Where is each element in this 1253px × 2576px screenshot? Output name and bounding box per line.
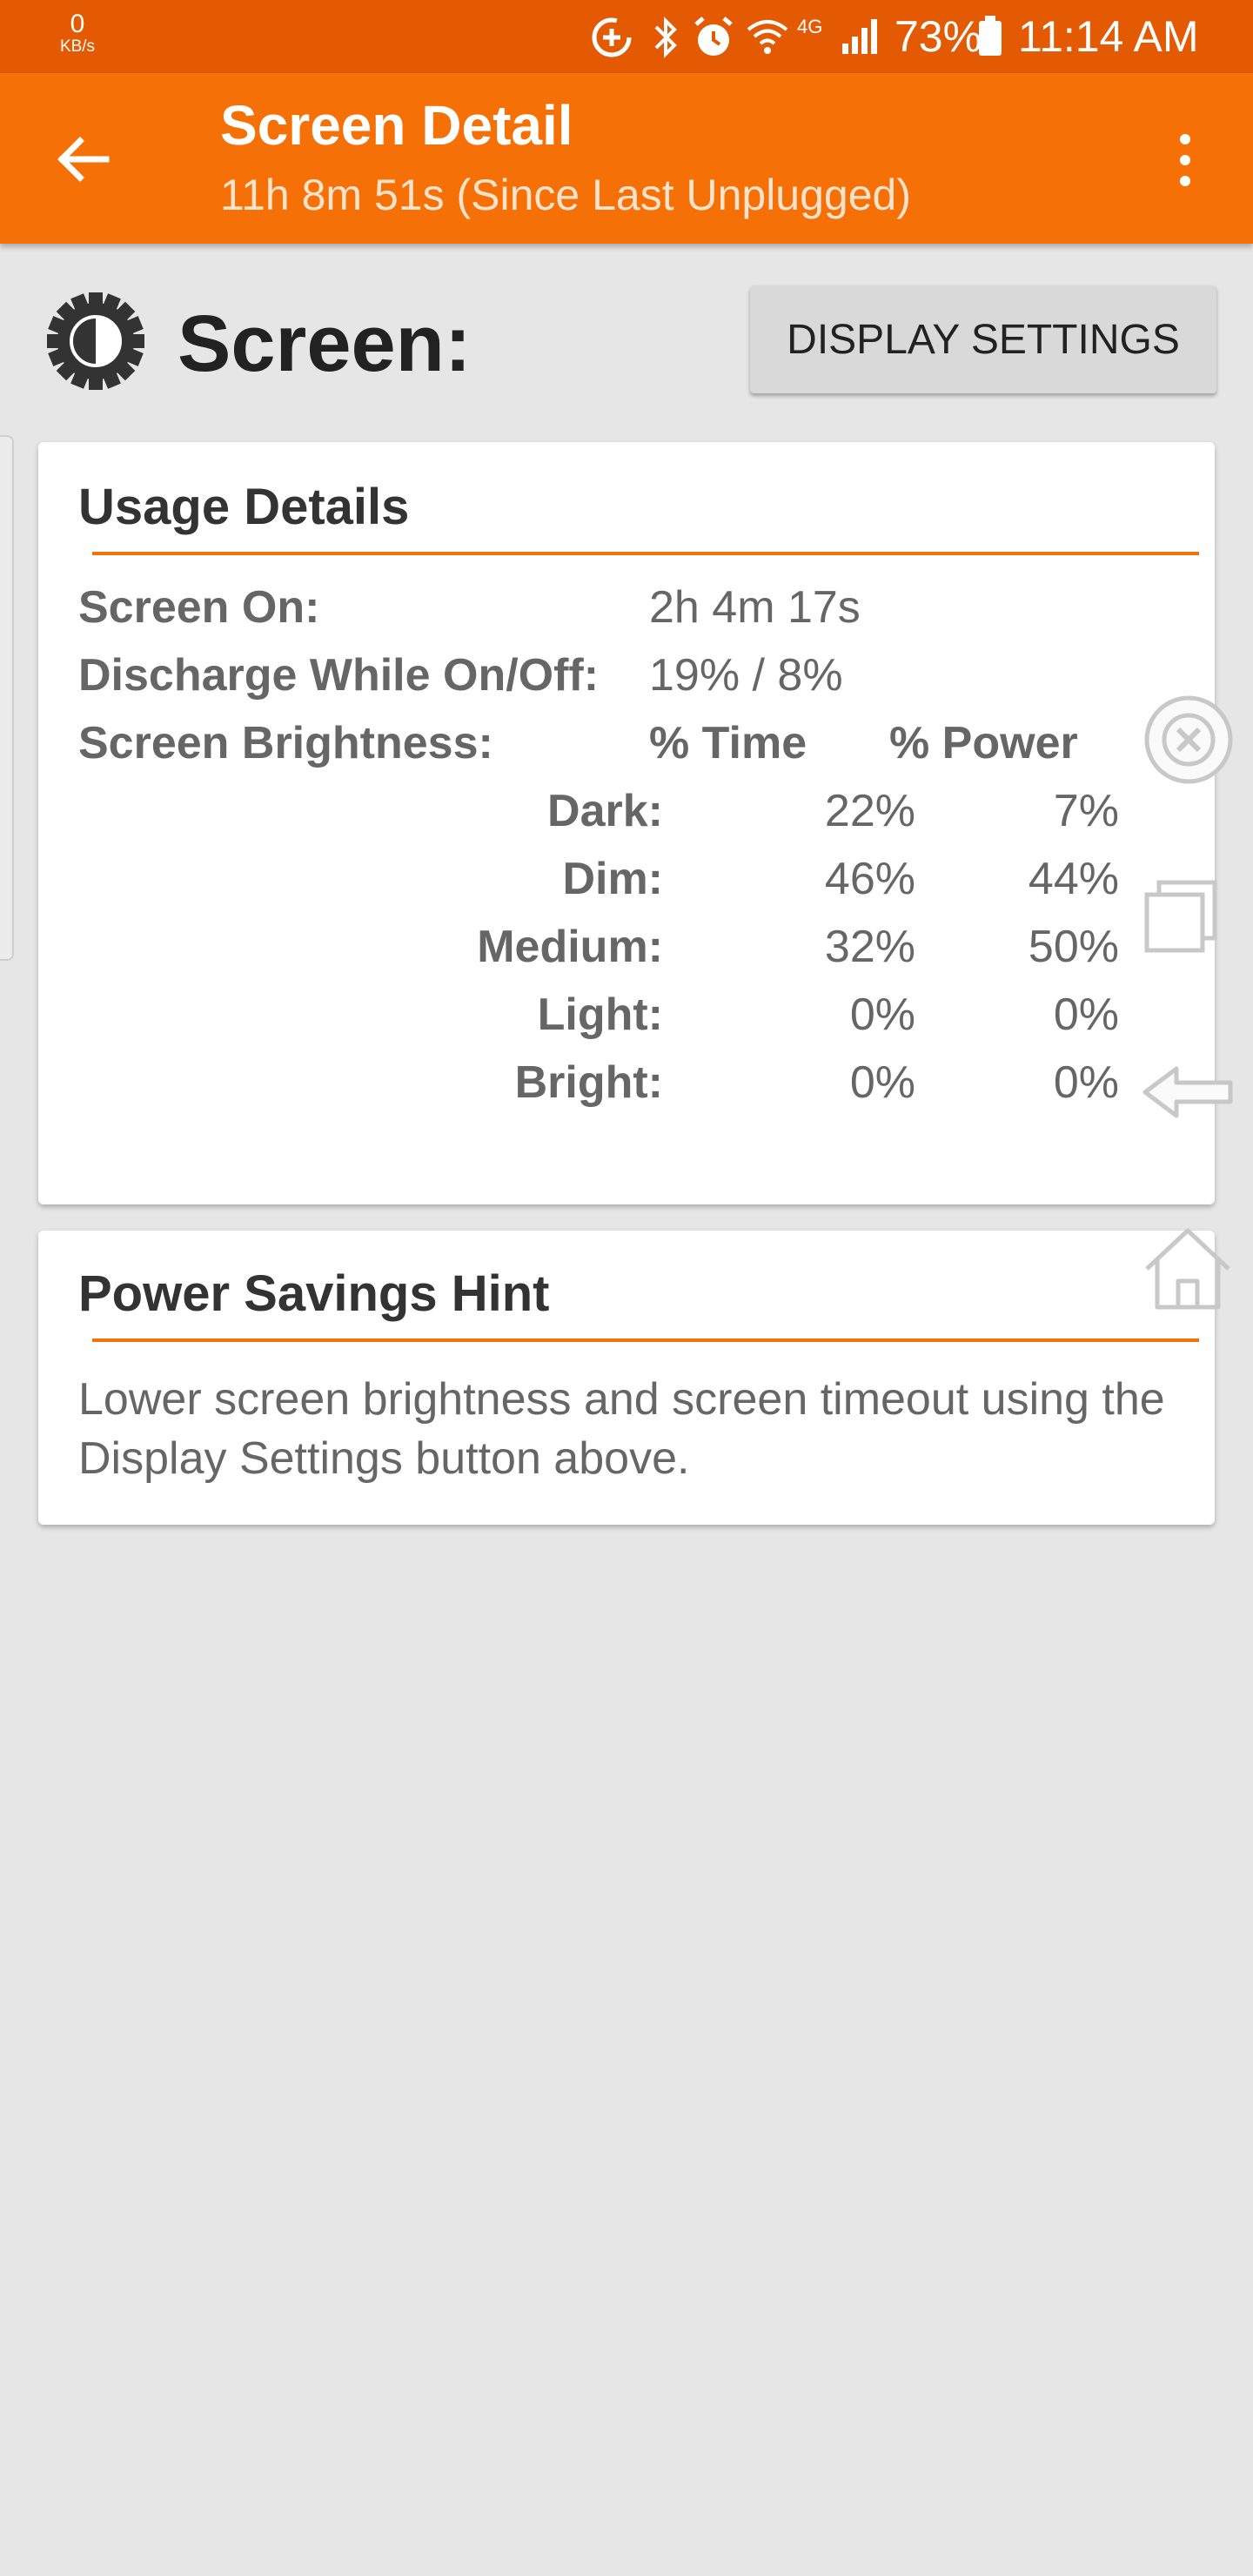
screen-on-value: 2h 4m 17s: [649, 582, 861, 633]
page-subtitle: 11h 8m 51s (Since Last Unplugged): [220, 171, 911, 219]
screen-on-label: Screen On:: [78, 582, 320, 633]
usage-details-title: Usage Details: [78, 479, 410, 535]
wifi-icon: [747, 20, 788, 54]
side-panel-edge: [0, 435, 14, 961]
power-savings-text: Lower screen brightness and screen timeo…: [78, 1374, 1165, 1484]
discharge-label: Discharge While On/Off:: [78, 650, 600, 701]
alarm-icon: [694, 17, 733, 56]
brightness-row-power: 0%: [1053, 1057, 1119, 1108]
brightness-row-label: Medium:: [477, 922, 663, 972]
page-title: Screen Detail: [220, 94, 573, 157]
display-settings-button[interactable]: DISPLAY SETTINGS: [750, 285, 1216, 393]
brightness-row-power: 7%: [1053, 786, 1119, 836]
power-savings-card: Power Savings Hint Lower screen brightne…: [38, 1231, 1215, 1525]
network-speed: 0 KB/s: [54, 10, 101, 56]
brightness-row-time: 22%: [824, 786, 915, 836]
brightness-gear-icon: [47, 292, 144, 390]
col-power-header: % Power: [889, 718, 1078, 768]
brightness-row-time: 46%: [824, 854, 915, 904]
brightness-row-power: 50%: [1028, 922, 1119, 972]
usage-details-divider: [92, 552, 1199, 555]
sync-icon: [592, 17, 632, 57]
discharge-value: 19% / 8%: [649, 650, 843, 701]
network-speed-value: 0: [70, 10, 85, 38]
brightness-row-power: 0%: [1053, 989, 1119, 1040]
brightness-row-label: Dark:: [547, 786, 663, 836]
status-bar: 0 KB/s 4G 73% 11:14 AM: [0, 0, 1253, 73]
network-type-label: 4G: [797, 16, 823, 37]
power-savings-title: Power Savings Hint: [78, 1265, 550, 1322]
brightness-row-time: 0%: [849, 1057, 915, 1108]
signal-icon: [842, 19, 877, 54]
bluetooth-icon: [654, 17, 677, 58]
back-nav-icon[interactable]: [1140, 1062, 1237, 1123]
brightness-row-label: Light:: [537, 989, 663, 1040]
brightness-row-time: 32%: [824, 922, 915, 972]
back-arrow-icon[interactable]: [52, 129, 113, 190]
clock-time: 11:14 AM: [1018, 12, 1199, 61]
network-speed-unit: KB/s: [59, 37, 96, 56]
col-time-header: % Time: [649, 718, 807, 768]
brightness-row-label: Bright:: [514, 1057, 663, 1108]
recent-apps-icon[interactable]: [1142, 875, 1229, 963]
screen-heading: Screen:: [178, 299, 472, 388]
overflow-menu-icon[interactable]: [1166, 127, 1204, 191]
brightness-label: Screen Brightness:: [78, 718, 493, 768]
usage-details-card: Usage Details Screen On: 2h 4m 17s Disch…: [38, 442, 1215, 1204]
battery-percent: 73%: [895, 12, 982, 61]
battery-icon: [979, 16, 1002, 56]
brightness-row-time: 0%: [849, 989, 915, 1040]
home-icon[interactable]: [1140, 1225, 1236, 1312]
app-bar: Screen Detail 11h 8m 51s (Since Last Unp…: [0, 73, 1253, 244]
power-savings-divider: [92, 1338, 1199, 1342]
brightness-row-power: 44%: [1028, 854, 1119, 904]
close-circle-icon[interactable]: [1142, 693, 1236, 787]
brightness-row-label: Dim:: [562, 854, 663, 904]
